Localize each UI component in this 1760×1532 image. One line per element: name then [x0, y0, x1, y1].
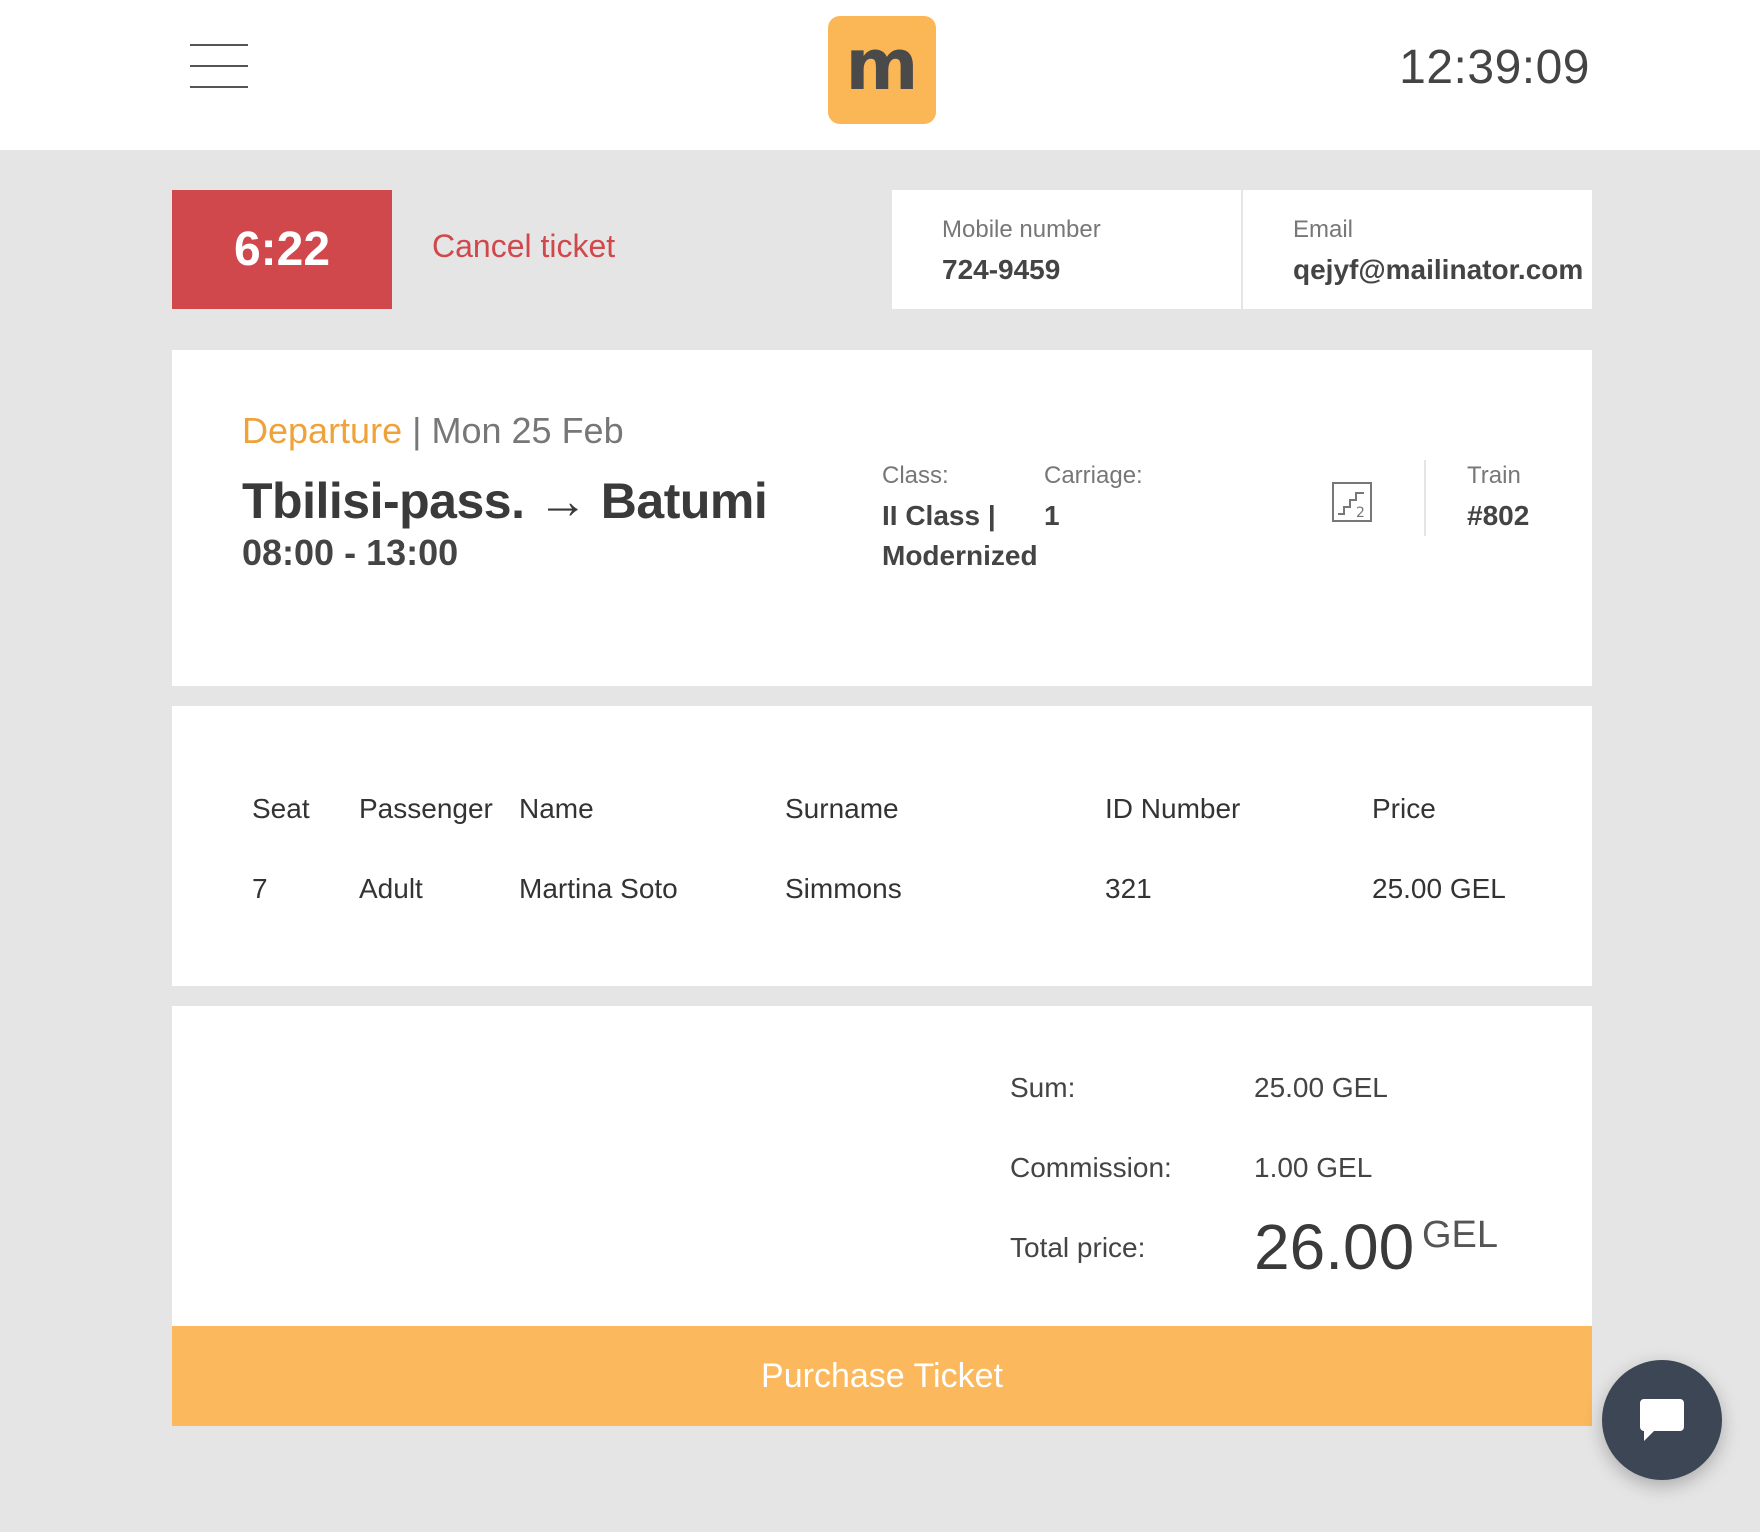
train-number: #802	[1467, 500, 1530, 531]
carriage-label: Carriage:	[1044, 462, 1143, 489]
train-label: Train	[1467, 462, 1521, 489]
column-header-name: Name	[519, 793, 594, 824]
clock: 12:39:09	[1399, 41, 1590, 94]
hamburger-menu-icon[interactable]	[190, 44, 248, 88]
total-price-value: 26.00	[1254, 1211, 1415, 1283]
column-header-surname: Surname	[785, 793, 899, 824]
class-value: II Class | Modernized	[882, 500, 1038, 571]
column-header-id-number: ID Number	[1105, 793, 1241, 824]
passenger-table: Seat Passenger Name Surname ID Number Pr…	[252, 788, 1552, 910]
svg-text:2: 2	[1356, 505, 1365, 521]
email-label: Email	[1293, 216, 1354, 243]
journey-divider	[1424, 460, 1426, 536]
app-logo[interactable]: m	[828, 16, 936, 124]
route-title: Tbilisi-pass. → Batumi	[242, 472, 768, 530]
direction-label: Departure	[242, 410, 403, 451]
purchase-ticket-button[interactable]: Purchase Ticket	[172, 1326, 1592, 1426]
column-header-price: Price	[1372, 793, 1436, 824]
top-header: m 12:39:09	[0, 0, 1760, 150]
mobile-number-cell: Mobile number 724-9459	[892, 190, 1241, 309]
date-separator: |	[412, 410, 422, 451]
class-info: Class: II Class | Modernized	[882, 462, 1038, 576]
chat-bubble-icon	[1640, 1399, 1684, 1441]
mobile-number-label: Mobile number	[942, 216, 1101, 243]
contact-info: Mobile number 724-9459 Email qejyf@maili…	[892, 190, 1592, 309]
route-arrow-icon: →	[537, 473, 588, 529]
email-value: qejyf@mailinator.com	[1293, 254, 1584, 285]
name-cell: Martina Soto	[519, 873, 678, 904]
seat-cell: 7	[252, 873, 268, 904]
sum-label: Sum:	[1010, 1072, 1076, 1103]
surname-cell: Simmons	[785, 873, 902, 904]
cancel-ticket-link[interactable]: Cancel ticket	[432, 228, 615, 265]
journey-card: Departure | Mon 25 Feb Tbilisi-pass. → B…	[172, 350, 1592, 686]
column-header-seat: Seat	[252, 793, 310, 824]
origin-station: Tbilisi-pass.	[242, 473, 525, 529]
total-price-currency: GEL	[1422, 1214, 1499, 1256]
carriage-value: 1	[1044, 500, 1060, 531]
price-summary-card: Sum: 25.00 GEL Commission: 1.00 GEL Tota…	[172, 1006, 1592, 1326]
class-label: Class:	[882, 462, 949, 489]
id-number-cell: 321	[1105, 873, 1152, 904]
departure-date: Mon 25 Feb	[431, 410, 624, 451]
mobile-number-value: 724-9459	[942, 254, 1061, 285]
passenger-table-card: Seat Passenger Name Surname ID Number Pr…	[172, 706, 1592, 986]
countdown-timer: 6:22	[172, 190, 392, 309]
logo-letter: m	[845, 24, 919, 106]
carriage-info: Carriage: 1	[1044, 462, 1143, 536]
destination-station: Batumi	[600, 473, 768, 529]
departure-arrival-times: 08:00 - 13:00	[242, 532, 459, 573]
price-cell: 25.00 GEL	[1372, 873, 1506, 904]
email-cell: Email qejyf@mailinator.com	[1241, 190, 1592, 309]
table-header-row: Seat Passenger Name Surname ID Number Pr…	[252, 788, 1552, 868]
stairs-floor-2-icon: 2	[1332, 482, 1372, 522]
train-info: Train #802	[1467, 462, 1529, 536]
commission-value: 1.00 GEL	[1254, 1152, 1373, 1183]
table-row: 7 Adult Martina Soto Simmons 321 25.00 G…	[252, 868, 1552, 910]
chat-button[interactable]	[1602, 1360, 1722, 1480]
total-price-label: Total price:	[1010, 1232, 1146, 1263]
departure-date-line: Departure | Mon 25 Feb	[242, 410, 624, 452]
commission-label: Commission:	[1010, 1152, 1172, 1183]
passenger-type-cell: Adult	[359, 873, 423, 904]
column-header-passenger: Passenger	[359, 793, 493, 824]
sum-value: 25.00 GEL	[1254, 1072, 1388, 1103]
